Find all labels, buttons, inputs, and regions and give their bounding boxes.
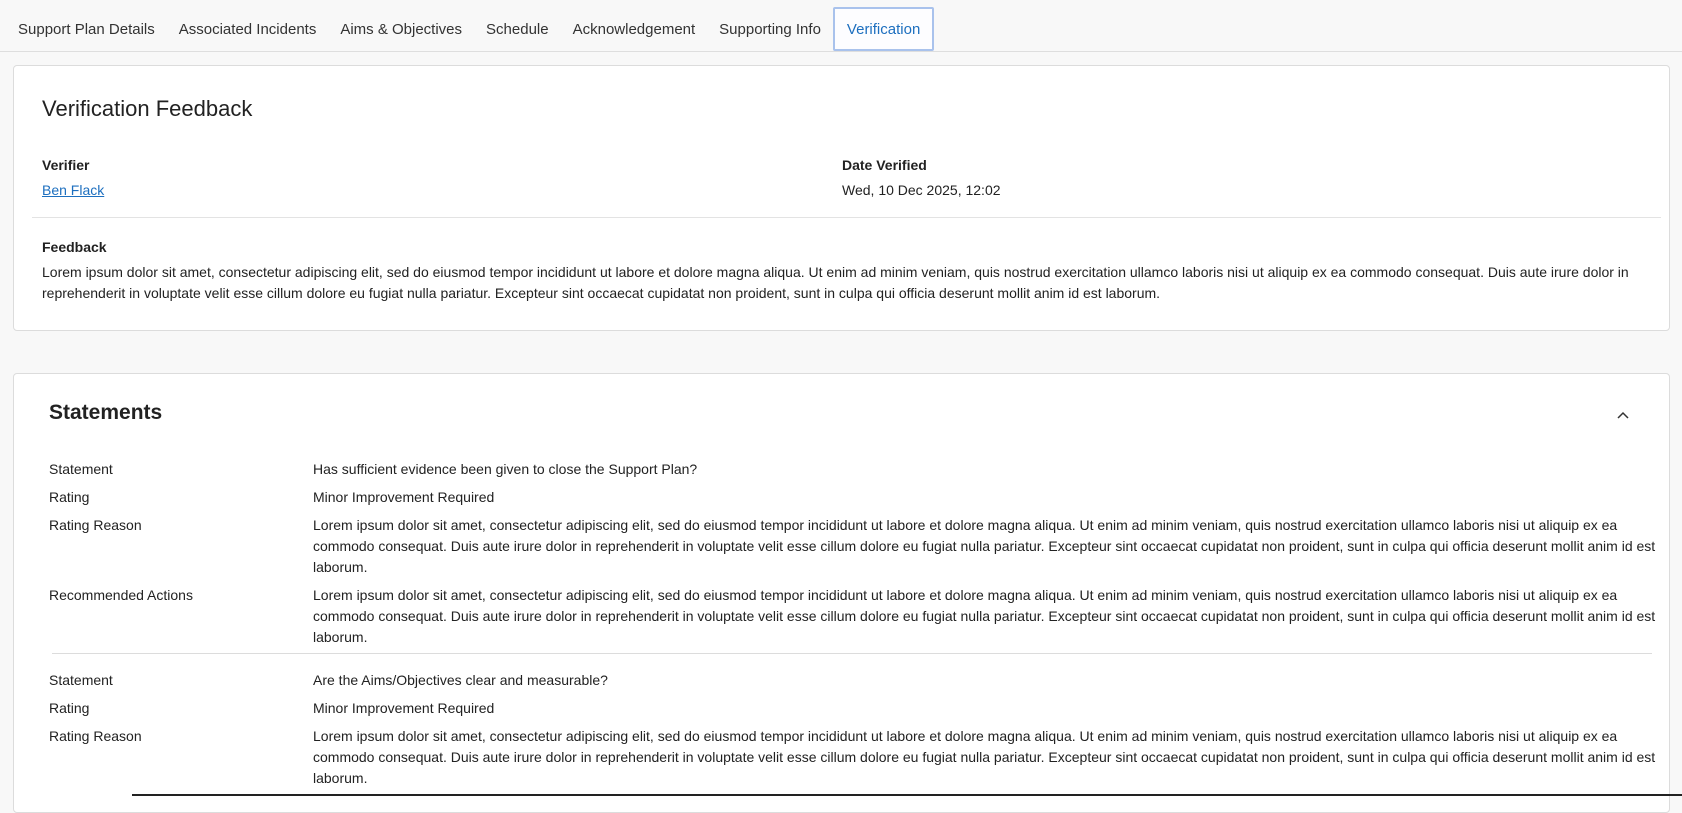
statement-divider	[52, 653, 1652, 654]
statements-title: Statements	[49, 401, 163, 424]
tab-bar: Support Plan Details Associated Incident…	[0, 0, 1682, 52]
recommended-actions-row: Recommended Actions Lorem ipsum dolor si…	[49, 585, 1655, 648]
tab-verification[interactable]: Verification	[832, 7, 935, 51]
tab-associated-incidents[interactable]: Associated Incidents	[167, 7, 329, 51]
statement-value: Are the Aims/Objectives clear and measur…	[313, 672, 608, 688]
statement-row: Statement Has sufficient evidence been g…	[49, 459, 1649, 480]
tab-supporting-info[interactable]: Supporting Info	[707, 7, 833, 51]
date-verified-label: Date Verified	[842, 157, 927, 173]
rating-reason-value: Lorem ipsum dolor sit amet, consectetur …	[313, 728, 1656, 786]
rating-reason-row: Rating Reason Lorem ipsum dolor sit amet…	[49, 515, 1655, 578]
rating-reason-row: Rating Reason Lorem ipsum dolor sit amet…	[49, 726, 1655, 789]
recommended-actions-label: Recommended Actions	[49, 587, 193, 603]
rating-label: Rating	[49, 700, 90, 716]
verification-feedback-title: Verification Feedback	[42, 96, 253, 121]
statement-row: Statement Are the Aims/Objectives clear …	[49, 670, 1649, 691]
tab-schedule[interactable]: Schedule	[474, 7, 561, 51]
statements-card: Statements Statement Has sufficient evid…	[13, 373, 1670, 813]
statement-label: Statement	[49, 672, 113, 688]
rating-row: Rating Minor Improvement Required	[49, 698, 1649, 719]
statement-value: Has sufficient evidence been given to cl…	[313, 461, 698, 477]
verifier-link[interactable]: Ben Flack	[42, 182, 104, 198]
rating-reason-label: Rating Reason	[49, 517, 142, 533]
tab-support-plan-details[interactable]: Support Plan Details	[6, 7, 167, 51]
rating-label: Rating	[49, 489, 90, 505]
rating-reason-value: Lorem ipsum dolor sit amet, consectetur …	[313, 517, 1656, 575]
tab-acknowledgement[interactable]: Acknowledgement	[561, 7, 708, 51]
rating-value: Minor Improvement Required	[313, 700, 495, 716]
verifier-label: Verifier	[42, 157, 90, 173]
feedback-label: Feedback	[42, 239, 107, 255]
tab-aims-objectives[interactable]: Aims & Objectives	[328, 7, 474, 51]
chevron-up-icon[interactable]	[1615, 407, 1631, 423]
rating-row: Rating Minor Improvement Required	[49, 487, 1649, 508]
date-verified-value: Wed, 10 Dec 2025, 12:02	[842, 182, 1001, 198]
divider	[32, 217, 1661, 218]
feedback-text: Lorem ipsum dolor sit amet, consectetur …	[42, 264, 1629, 301]
rating-reason-label: Rating Reason	[49, 728, 142, 744]
statement-label: Statement	[49, 461, 113, 477]
verification-feedback-card: Verification Feedback Verifier Ben Flack…	[13, 65, 1670, 331]
rating-value: Minor Improvement Required	[313, 489, 495, 505]
recommended-actions-value: Lorem ipsum dolor sit amet, consectetur …	[313, 587, 1656, 645]
